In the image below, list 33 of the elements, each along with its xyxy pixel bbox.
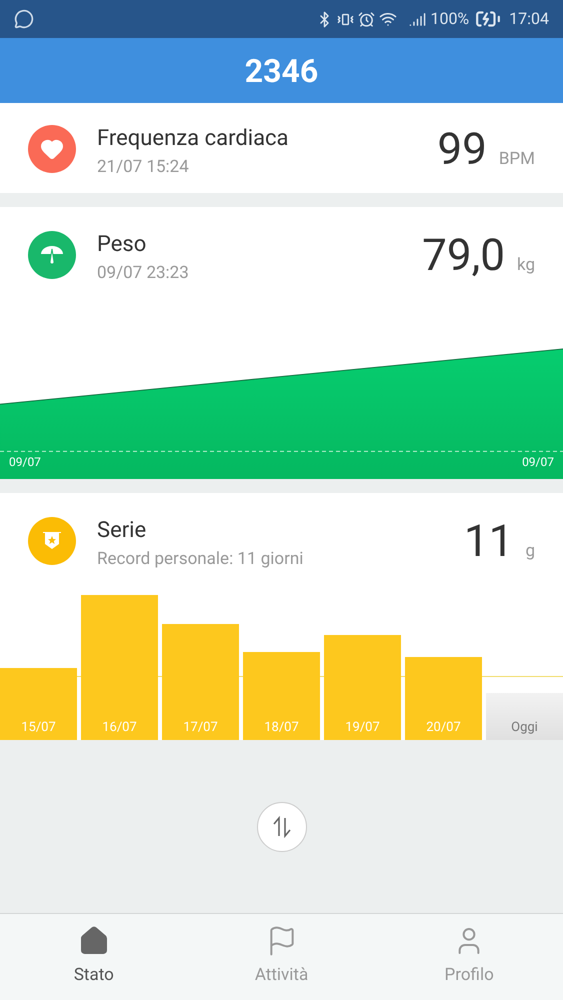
- bar-label: 20/07: [426, 718, 461, 736]
- heart-rate-card[interactable]: Frequenza cardiaca 21/07 15:24 99 BPM: [0, 101, 563, 193]
- card-subtitle: 09/07 23:23: [97, 262, 190, 285]
- signal-icon: [409, 10, 426, 28]
- bar-label: 15/07: [21, 718, 56, 736]
- card-subtitle: 21/07 15:24: [97, 156, 190, 179]
- bar-label: 17/07: [183, 718, 218, 736]
- card-title: Peso: [97, 231, 148, 259]
- bar-label: Oggi: [511, 718, 538, 736]
- battery-percent: 100%: [430, 8, 470, 30]
- clock: 17:04: [509, 8, 549, 30]
- card-subtitle: Record personale: 11 giorni: [97, 548, 304, 571]
- card-title: Serie: [97, 517, 148, 545]
- bar-label: 16/07: [102, 718, 137, 736]
- card-value: 79,0: [422, 231, 505, 279]
- bar-label: 19/07: [345, 718, 380, 736]
- streak-card[interactable]: Serie Record personale: 11 giorni 11 g 15/07 16/07 17/07 18/07 19/07 20/07 Oggi: [0, 493, 563, 740]
- axis-label: 09/07: [9, 454, 41, 471]
- wifi-icon: [379, 10, 398, 28]
- header-title: 2346: [244, 50, 318, 92]
- nav-tab[interactable]: Stato: [0, 914, 188, 1000]
- card-unit: kg: [517, 254, 535, 277]
- scale-icon: [28, 231, 76, 279]
- card-value: 11: [464, 517, 514, 565]
- alarm-icon: [358, 10, 376, 28]
- weight-card[interactable]: Peso 09/07 23:23 79,0 kg 09/07 09/07: [0, 207, 563, 479]
- chat-app-icon: [14, 9, 34, 29]
- card-unit: g: [525, 540, 535, 563]
- bar-label: 18/07: [264, 718, 299, 736]
- axis-label: 09/07: [522, 454, 554, 471]
- card-title: Frequenza cardiaca: [97, 125, 290, 153]
- card-unit: BPM: [498, 148, 535, 171]
- card-value: 99: [437, 125, 487, 173]
